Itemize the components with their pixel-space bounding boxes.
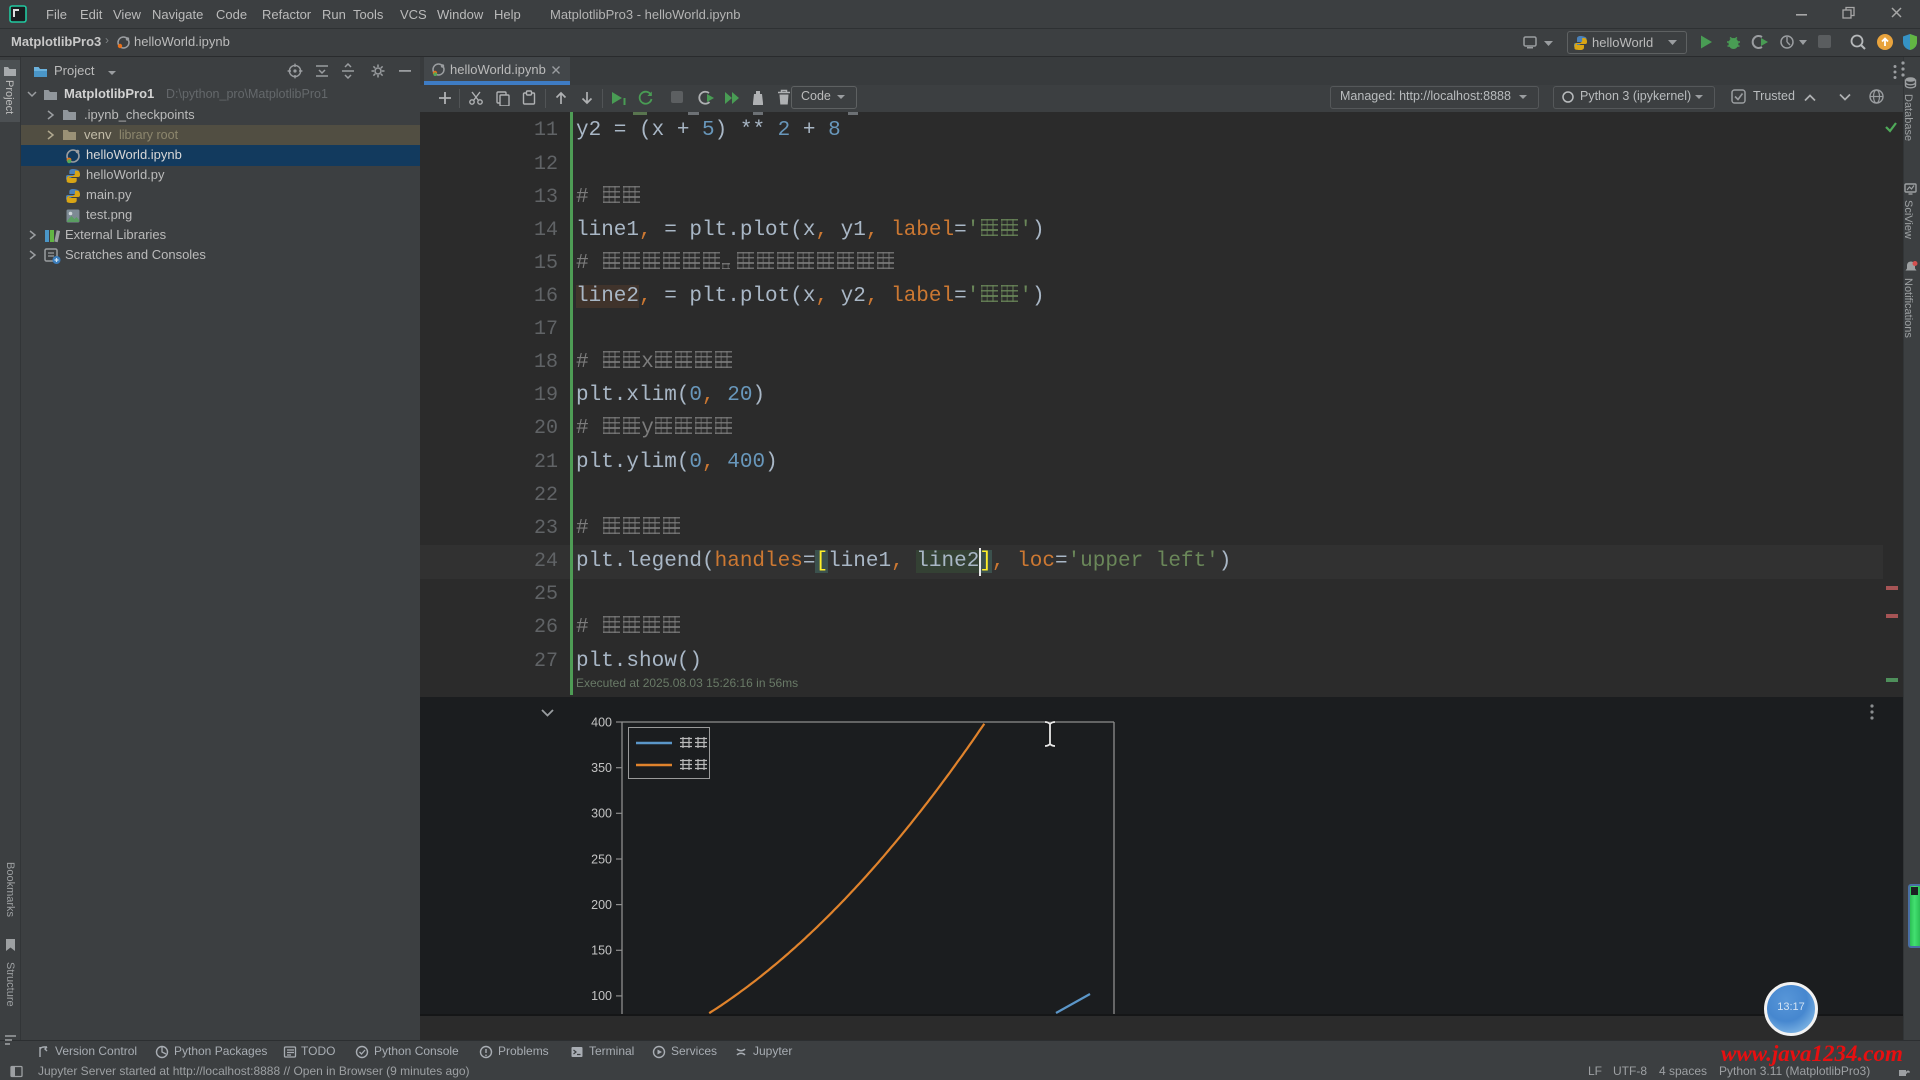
svg-text:150: 150 [591,944,612,958]
svg-text:400: 400 [591,716,612,730]
svg-text:100: 100 [591,989,612,1003]
svg-text:200: 200 [591,898,612,912]
svg-text:350: 350 [591,761,612,775]
svg-text:300: 300 [591,807,612,821]
svg-text:250: 250 [591,853,612,867]
